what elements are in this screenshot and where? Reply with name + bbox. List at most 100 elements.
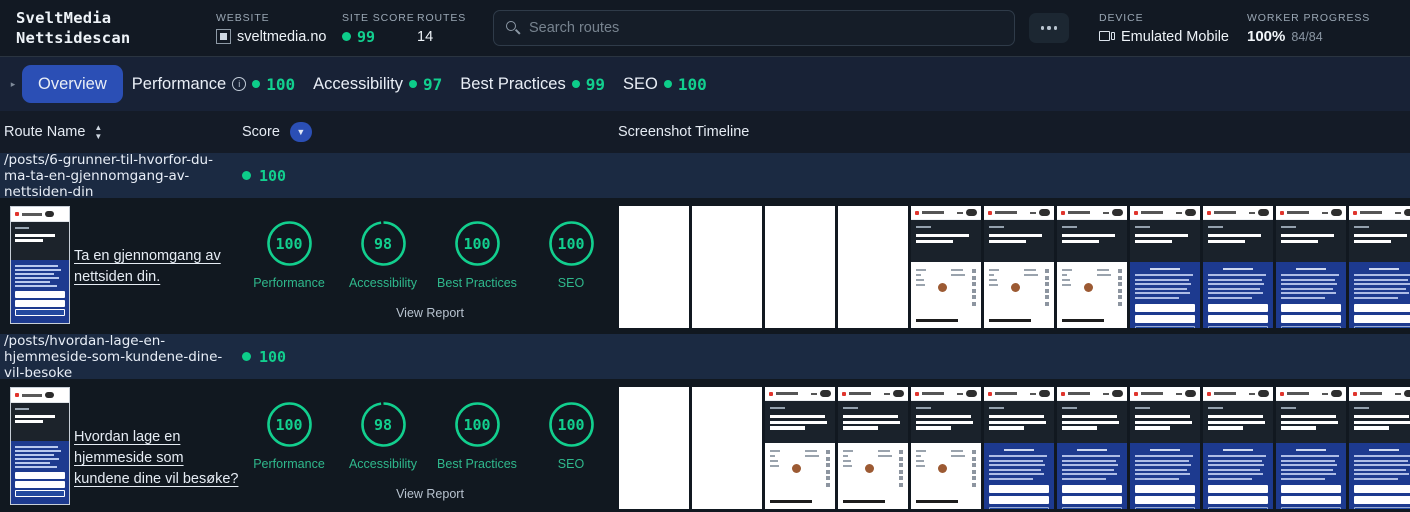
screenshot-frame[interactable] <box>765 206 835 328</box>
shot-footer-text <box>838 493 908 509</box>
search-box[interactable] <box>493 10 1015 46</box>
chevron-right-icon[interactable]: ▸ <box>4 79 22 90</box>
gauge-best-practices[interactable]: 100 Best Practices <box>433 401 521 471</box>
gauge-label-best-practices: Best Practices <box>437 457 517 471</box>
view-report-link[interactable]: View Report <box>242 306 618 320</box>
screenshot-frame[interactable] <box>1203 206 1273 328</box>
tab-seo[interactable]: SEO 100 <box>614 65 716 103</box>
gauge-ring-accessibility: 98 <box>360 401 407 448</box>
column-header-score[interactable]: Score ▼ <box>242 122 618 142</box>
screenshot-frame[interactable] <box>619 387 689 509</box>
worker-progress-fraction: 84/84 <box>1291 29 1323 44</box>
shot-brand-text <box>1360 211 1382 214</box>
screenshot-frame[interactable] <box>838 206 908 328</box>
shot-hero <box>1057 220 1127 262</box>
screenshot-frame[interactable] <box>619 206 689 328</box>
screenshot-frame[interactable] <box>911 387 981 509</box>
shot-navbar <box>1130 387 1200 401</box>
route-title-cell: Hvordan lage en hjemmeside som kundene d… <box>74 387 242 490</box>
gauge-label-performance: Performance <box>253 457 325 471</box>
shot-toggle-icon <box>1185 390 1196 397</box>
screenshot-frame[interactable] <box>984 387 1054 509</box>
screenshot-frame[interactable] <box>1276 387 1346 509</box>
gauge-ring-performance: 100 <box>266 220 313 267</box>
route-page-thumbnail[interactable] <box>10 387 70 505</box>
screenshot-frame[interactable] <box>692 206 762 328</box>
route-title-cell: Ta en gjennomgang av nettsiden din. <box>74 206 242 288</box>
tab-performance-score: 100 <box>266 74 296 94</box>
gauge-accessibility[interactable]: 98 Accessibility <box>339 220 427 290</box>
screenshot-frame[interactable] <box>692 387 762 509</box>
shot-hero <box>984 220 1054 262</box>
gauge-seo[interactable]: 100 SEO <box>527 401 615 471</box>
gauge-performance[interactable]: 100 Performance <box>245 220 333 290</box>
author-avatar <box>937 463 947 473</box>
shot-article-meta <box>911 443 981 494</box>
site-score-value: 99 <box>357 27 376 46</box>
device-value-row: Emulated Mobile <box>1099 28 1247 46</box>
shot-toggle-icon <box>1258 390 1269 397</box>
mobile-device-icon <box>1099 30 1115 43</box>
shot-brand-text <box>1287 392 1309 395</box>
shot-toggle-icon <box>1331 390 1342 397</box>
screenshot-timeline-r1[interactable] <box>618 206 1410 328</box>
shot-navbar <box>1130 206 1200 220</box>
screenshot-frame[interactable] <box>1057 387 1127 509</box>
gauge-best-practices[interactable]: 100 Best Practices <box>433 220 521 290</box>
tab-overview[interactable]: Overview <box>22 65 123 103</box>
shot-navbar <box>1276 387 1346 401</box>
device-label: DEVICE <box>1099 11 1144 24</box>
chevron-down-icon[interactable]: ▼ <box>289 122 312 142</box>
gauge-accessibility[interactable]: 98 Accessibility <box>339 401 427 471</box>
info-icon[interactable]: i <box>232 77 247 91</box>
gauge-seo[interactable]: 100 SEO <box>527 220 615 290</box>
column-header-route-name[interactable]: Route Name ▲ ▼ <box>0 124 242 141</box>
tab-performance[interactable]: Performance i 100 <box>123 65 304 103</box>
route-thumbnail-cell <box>0 206 74 324</box>
gauge-performance[interactable]: 100 Performance <box>245 401 333 471</box>
score-gauge-group: 100 Performance 98 Accessibility 100 Bes… <box>242 220 618 290</box>
screenshot-frame[interactable] <box>1349 206 1410 328</box>
route-title-link[interactable]: Hvordan lage en hjemmeside som kundene d… <box>74 429 238 487</box>
shot-toggle-icon <box>820 390 831 397</box>
tab-best-practices[interactable]: Best Practices 99 <box>451 65 614 103</box>
screenshot-frame[interactable] <box>1130 387 1200 509</box>
screenshot-frame[interactable] <box>1057 206 1127 328</box>
screenshot-frame[interactable] <box>984 206 1054 328</box>
shot-toggle-icon <box>1039 209 1050 216</box>
view-report-link[interactable]: View Report <box>242 487 618 501</box>
tab-accessibility-score: 97 <box>423 74 443 94</box>
kebab-menu-icon[interactable] <box>1029 13 1069 43</box>
screenshot-frame[interactable] <box>1276 206 1346 328</box>
shot-menu-icon <box>811 392 817 395</box>
shot-brand-text <box>922 211 944 214</box>
screenshot-timeline-r2[interactable] <box>618 387 1410 509</box>
route-thumbnail-cell <box>0 387 74 505</box>
tab-performance-label: Performance <box>131 74 227 93</box>
screenshot-frame[interactable] <box>1203 387 1273 509</box>
column-header-screenshot-timeline: Screenshot Timeline <box>618 124 750 140</box>
shot-navbar <box>765 387 835 401</box>
sort-updown-icon[interactable]: ▲ ▼ <box>94 124 102 141</box>
screenshot-frame[interactable] <box>765 387 835 509</box>
tab-accessibility[interactable]: Accessibility 97 <box>304 65 451 103</box>
screenshot-frame[interactable] <box>911 206 981 328</box>
search-input[interactable] <box>529 20 1002 36</box>
route-group-header[interactable]: /posts/hvordan-lage-en-hjemmeside-som-ku… <box>0 333 1410 381</box>
shot-footer-text <box>765 493 835 509</box>
website-value-row: sveltmedia.no <box>216 28 342 46</box>
shot-brand-text <box>1214 392 1236 395</box>
thumbnail-cookie-banner <box>11 441 69 504</box>
screenshot-frame[interactable] <box>838 387 908 509</box>
site-logo-icon <box>915 391 919 396</box>
screenshot-frame[interactable] <box>1349 387 1410 509</box>
site-score-label: SITE SCORE <box>342 11 415 24</box>
thumbnail-hero <box>11 222 69 260</box>
route-page-thumbnail[interactable] <box>10 206 70 324</box>
shot-hero <box>1130 220 1200 262</box>
shot-article-meta <box>838 443 908 494</box>
tab-overview-label: Overview <box>38 74 107 93</box>
screenshot-frame[interactable] <box>1130 206 1200 328</box>
route-title-link[interactable]: Ta en gjennomgang av nettsiden din. <box>74 248 221 285</box>
route-group-header[interactable]: /posts/6-grunner-til-hvorfor-du-ma-ta-en… <box>0 152 1410 200</box>
